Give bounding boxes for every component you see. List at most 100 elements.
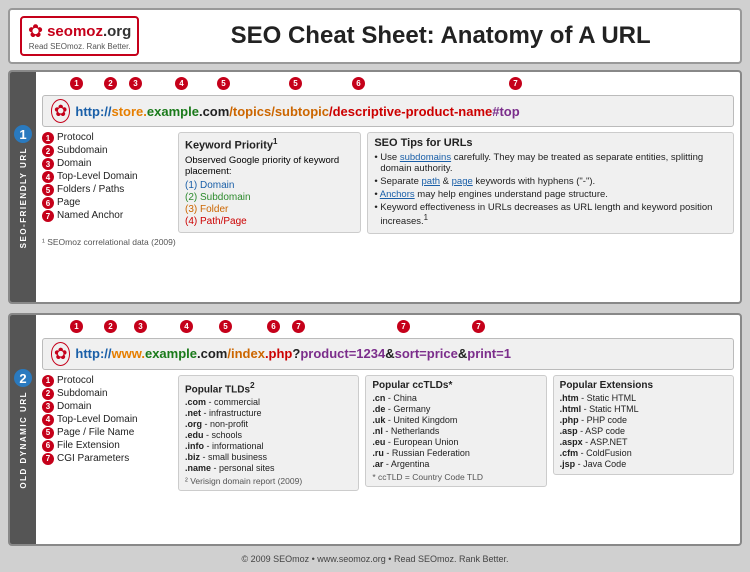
tip-1: Use subdomains carefully. They may be tr… — [374, 152, 727, 174]
popular-extensions: Popular Extensions .htm - Static HTML .h… — [553, 375, 734, 491]
kw-folder: (3) Folder — [185, 204, 354, 215]
section1-legend: 1Protocol 2Subdomain 3Domain 4Top-Level … — [42, 132, 172, 234]
section1-footnote: ¹ SEOmoz correlational data (2009) — [42, 237, 734, 247]
ext-aspx: .aspx - ASP.NET — [560, 437, 727, 447]
page-title: SEO Cheat Sheet: Anatomy of A URL — [151, 22, 730, 50]
section-seo-friendly: 1 SEO-FRIENDLY URL 1 2 3 4 5 5 6 7 ✿ htt… — [8, 70, 742, 304]
bubble-4: 4 — [175, 77, 188, 90]
cctld-footnote: * ccTLD = Country Code TLD — [372, 472, 539, 482]
legend-item-4: 4Top-Level Domain — [42, 171, 172, 183]
legend-item-7: 7Named Anchor — [42, 210, 172, 222]
section1-content: 1 2 3 4 5 5 6 7 ✿ http://store.example.c… — [36, 72, 740, 302]
s2-bubble-2: 2 — [104, 320, 117, 333]
url-bar-2: ✿ http://www.example.com/index.php?produ… — [42, 338, 734, 370]
ext-html: .html - Static HTML — [560, 404, 727, 414]
s2-bubble-3: 3 — [134, 320, 147, 333]
kw-domain: (1) Domain — [185, 180, 354, 191]
header: ✿ seomoz.org Read SEOmoz. Rank Better. S… — [8, 8, 742, 64]
tld-name: .name - personal sites — [185, 463, 352, 473]
s2-bubble-6: 6 — [267, 320, 280, 333]
bubble-3: 3 — [129, 77, 142, 90]
tld-com: .com - commercial — [185, 397, 352, 407]
s2-bubble-5: 5 — [219, 320, 232, 333]
cctld-uk: .uk - United Kingdom — [372, 415, 539, 425]
url-gear-icon: ✿ — [51, 99, 70, 123]
popular-cctlds: Popular ccTLDs* .cn - China .de - German… — [365, 375, 546, 491]
s2-bubble-7c: 7 — [472, 320, 485, 333]
s2-legend-6: 6File Extension — [42, 440, 172, 452]
url-text-1: http://store.example.com/topics/subtopic… — [75, 104, 519, 119]
s2-legend-3: 3Domain — [42, 401, 172, 413]
legend-item-5: 5Folders / Paths — [42, 184, 172, 196]
tip-2: Separate path & page keywords with hyphe… — [374, 176, 727, 187]
tld-info: .info - informational — [185, 441, 352, 451]
cctld-nl: .nl - Netherlands — [372, 426, 539, 436]
cctld-de: .de - Germany — [372, 404, 539, 414]
url-text-2: http://www.example.com/index.php?product… — [75, 346, 511, 361]
bubble-5: 5 — [217, 77, 230, 90]
section2-number: 2 — [14, 369, 32, 387]
url2-gear-icon: ✿ — [51, 342, 70, 366]
url-bar-1: ✿ http://store.example.com/topics/subtop… — [42, 95, 734, 127]
keyword-priority-box: Keyword Priority1 Observed Google priori… — [178, 132, 361, 234]
tld-footnote: ² Verisign domain report (2009) — [185, 476, 352, 486]
legend-item-2: 2Subdomain — [42, 145, 172, 157]
bubble-7: 7 — [509, 77, 522, 90]
ext-jsp: .jsp - Java Code — [560, 459, 727, 469]
bubble-2: 2 — [104, 77, 117, 90]
legend-item-3: 3Domain — [42, 158, 172, 170]
bubble-1: 1 — [70, 77, 83, 90]
ext-asp: .asp - ASP code — [560, 426, 727, 436]
seo-tips-box: SEO Tips for URLs Use subdomains careful… — [367, 132, 734, 234]
tld-edu: .edu - schools — [185, 430, 352, 440]
logo-text: seomoz.org — [47, 23, 131, 40]
s2-bubble-1: 1 — [70, 320, 83, 333]
logo: ✿ seomoz.org Read SEOmoz. Rank Better. — [20, 16, 139, 56]
section1-info-row: 1Protocol 2Subdomain 3Domain 4Top-Level … — [42, 132, 734, 234]
logo-icon: ✿ — [28, 21, 43, 42]
section2-content: 1 2 3 4 5 6 7 7 7 ✿ http://www.example.c… — [36, 315, 740, 545]
cctld-title: Popular ccTLDs* — [372, 380, 539, 391]
seo-tips-title: SEO Tips for URLs — [374, 137, 727, 149]
tld-org: .org - non-profit — [185, 419, 352, 429]
bubble-5b: 5 — [289, 77, 302, 90]
tld-title: Popular TLDs2 — [185, 380, 352, 395]
section1-label: 1 SEO-FRIENDLY URL — [10, 72, 36, 302]
tip-4: Keyword effectiveness in URLs decreases … — [374, 202, 727, 227]
s2-legend-1: 1Protocol — [42, 375, 172, 387]
keyword-title: Keyword Priority1 — [185, 137, 354, 152]
s2-bubble-7b: 7 — [397, 320, 410, 333]
s2-legend-5: 5Page / File Name — [42, 427, 172, 439]
cctld-cn: .cn - China — [372, 393, 539, 403]
bubble-6: 6 — [352, 77, 365, 90]
s2-legend-7: 7CGI Parameters — [42, 453, 172, 465]
ext-php: .php - PHP code — [560, 415, 727, 425]
tip-3: Anchors may help engines understand page… — [374, 189, 727, 200]
keyword-desc: Observed Google priority of keyword plac… — [185, 155, 354, 177]
section2-text: OLD DYNAMIC URL — [19, 391, 28, 489]
ext-htm: .htm - Static HTML — [560, 393, 727, 403]
kw-pathpage: (4) Path/Page — [185, 216, 354, 227]
cctld-eu: .eu - European Union — [372, 437, 539, 447]
ext-title: Popular Extensions — [560, 380, 727, 391]
footer: © 2009 SEOmoz • www.seomoz.org • Read SE… — [8, 554, 742, 564]
s2-bubble-7a: 7 — [292, 320, 305, 333]
section-dynamic: 2 OLD DYNAMIC URL 1 2 3 4 5 6 7 7 7 ✿ ht… — [8, 313, 742, 547]
s2-bubble-4: 4 — [180, 320, 193, 333]
legend-item-1: 1Protocol — [42, 132, 172, 144]
section1-text: SEO-FRIENDLY URL — [19, 147, 28, 248]
tld-biz: .biz - small business — [185, 452, 352, 462]
logo-tagline: Read SEOmoz. Rank Better. — [29, 42, 131, 51]
s2-legend-2: 2Subdomain — [42, 388, 172, 400]
page-wrapper: ✿ seomoz.org Read SEOmoz. Rank Better. S… — [0, 0, 750, 572]
tld-net: .net - infrastructure — [185, 408, 352, 418]
popular-tlds: Popular TLDs2 .com - commercial .net - i… — [178, 375, 359, 491]
cctld-ar: .ar - Argentina — [372, 459, 539, 469]
section2-info-row: 1Protocol 2Subdomain 3Domain 4Top-Level … — [42, 375, 734, 491]
cctld-ru: .ru - Russian Federation — [372, 448, 539, 458]
s2-legend-4: 4Top-Level Domain — [42, 414, 172, 426]
section2-label: 2 OLD DYNAMIC URL — [10, 315, 36, 545]
ext-cfm: .cfm - ColdFusion — [560, 448, 727, 458]
legend-item-6: 6Page — [42, 197, 172, 209]
section2-legend: 1Protocol 2Subdomain 3Domain 4Top-Level … — [42, 375, 172, 491]
